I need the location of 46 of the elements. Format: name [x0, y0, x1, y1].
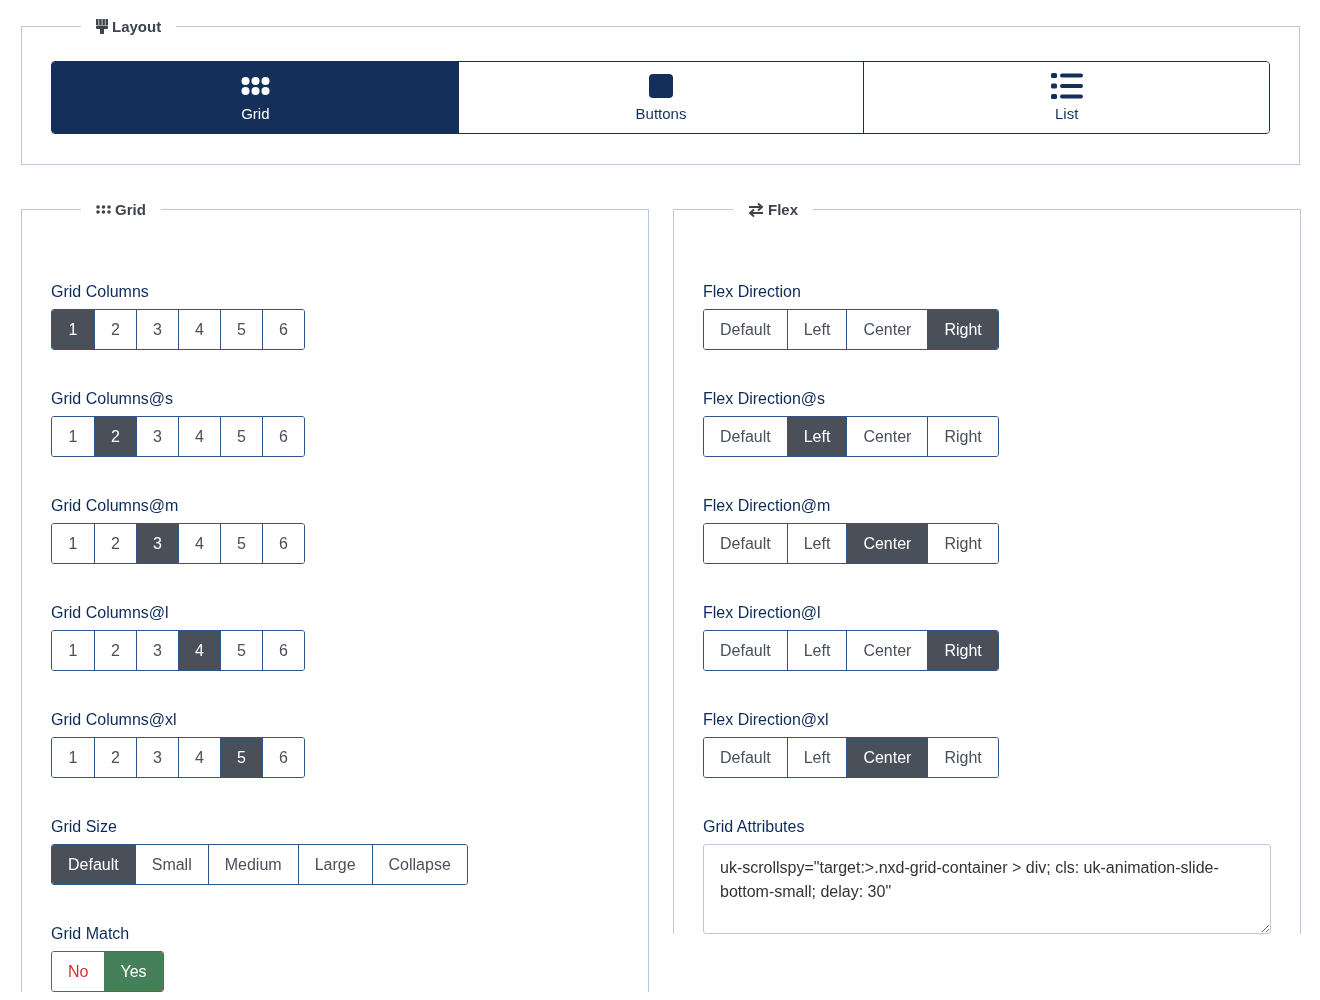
field-label: Grid Columns — [51, 282, 149, 302]
segment-option[interactable]: 6 — [262, 631, 304, 670]
brush-icon — [96, 19, 108, 34]
field-label: Grid Attributes — [703, 817, 805, 837]
segment-option[interactable]: 3 — [136, 524, 178, 563]
layout-tab[interactable]: List — [863, 62, 1269, 133]
segment-option[interactable]: Right — [927, 631, 998, 670]
segment-option[interactable]: Right — [927, 310, 998, 349]
section-legend: Grid — [115, 201, 146, 218]
toggle-option[interactable]: Yes — [104, 952, 163, 991]
segment-option[interactable]: Right — [927, 417, 998, 456]
field-label: Grid Columns@l — [51, 603, 169, 623]
attributes-field[interactable]: uk-scrollspy="target:>.nxd-grid-container > div; cls: uk-animation-slide-bottom-small; delay: 30" — [703, 844, 1271, 934]
field-label: Flex Direction@l — [703, 603, 821, 623]
square-icon — [649, 74, 673, 98]
field-label: Grid Columns@s — [51, 389, 174, 409]
segment-option[interactable]: 6 — [262, 524, 304, 563]
segment-option[interactable]: 4 — [178, 631, 220, 670]
field-label: Grid Match — [51, 924, 130, 944]
segment-option[interactable]: Center — [846, 524, 928, 563]
section-legend: Layout — [112, 18, 162, 35]
segment-option[interactable]: 5 — [220, 738, 262, 777]
field-label: Flex Direction@s — [703, 389, 826, 409]
segment-option[interactable]: Default — [52, 845, 135, 884]
dots-icon — [96, 205, 111, 214]
field-label: Flex Direction@m — [703, 496, 831, 516]
segment-option[interactable]: Right — [927, 738, 998, 777]
segment-option[interactable]: 6 — [262, 738, 304, 777]
segment-option[interactable]: Collapse — [371, 845, 467, 884]
dots-grid-icon — [240, 76, 270, 96]
segment-option[interactable]: Center — [846, 738, 928, 777]
layout-tab[interactable]: Grid — [52, 62, 458, 133]
segment-option[interactable]: Right — [927, 524, 998, 563]
segment-option[interactable]: 6 — [262, 310, 304, 349]
list-icon — [1050, 73, 1083, 99]
field-label: Flex Direction — [703, 282, 801, 302]
field-label: Grid Columns@xl — [51, 710, 177, 730]
field-label: Grid Size — [51, 817, 117, 837]
segment-option[interactable]: 6 — [262, 417, 304, 456]
field-label: Grid Columns@m — [51, 496, 179, 516]
field-label: Flex Direction@xl — [703, 710, 829, 730]
exchange-arrows-icon — [748, 202, 764, 217]
section-legend: Flex — [768, 201, 798, 218]
segment-option[interactable]: 2 — [94, 417, 136, 456]
segment-option[interactable]: 1 — [52, 310, 94, 349]
segment-option[interactable]: Left — [786, 417, 847, 456]
